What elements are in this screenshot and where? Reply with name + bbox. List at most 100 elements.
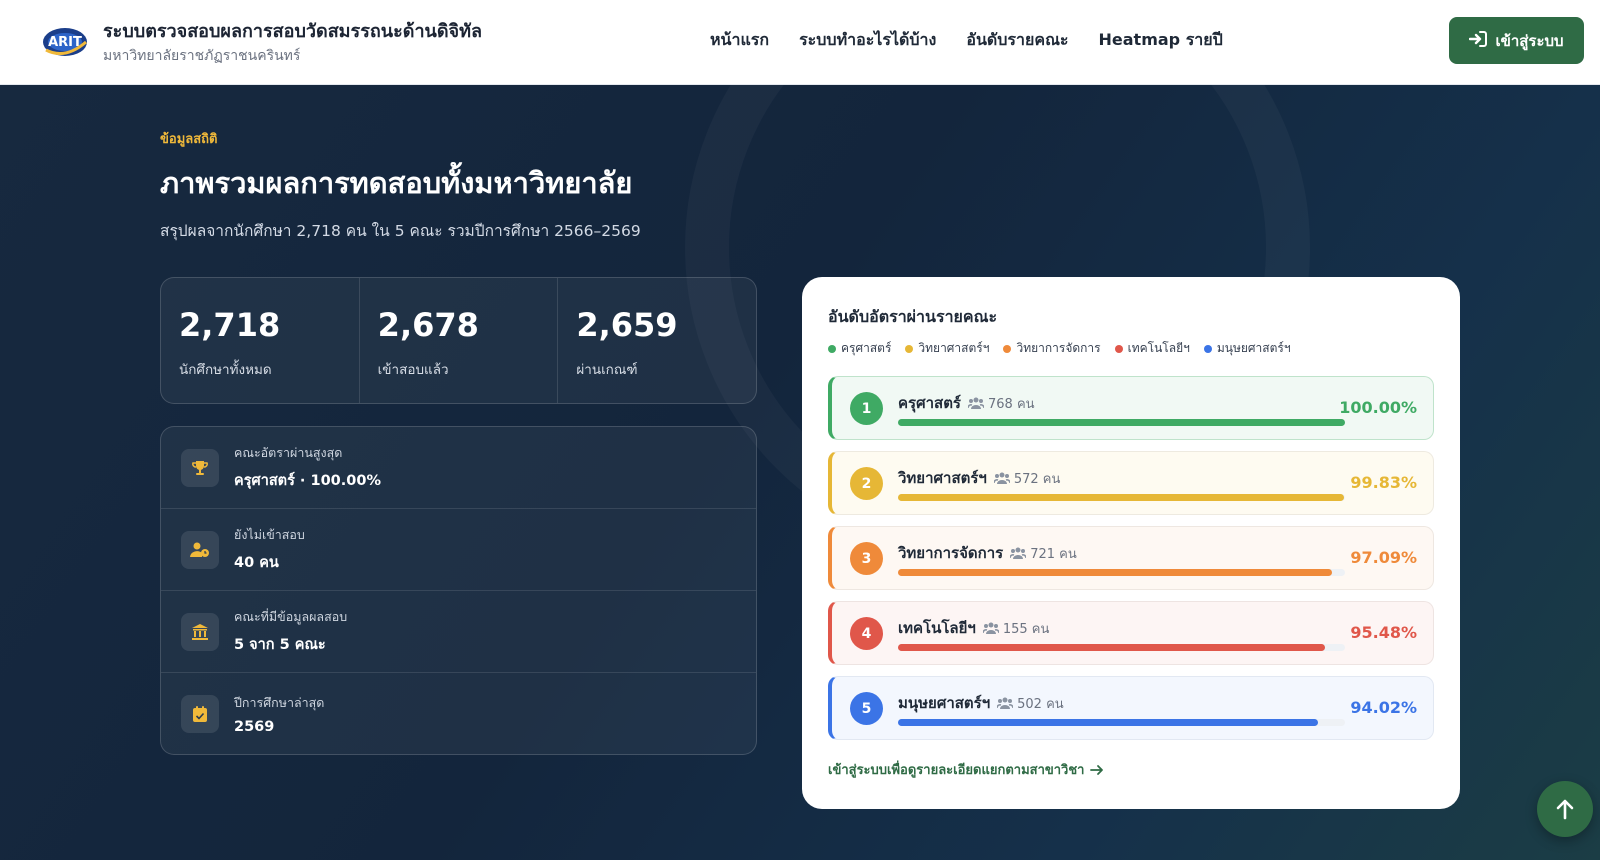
faculty-name: วิทยาศาสตร์ฯ 572 คน bbox=[898, 466, 1060, 490]
stat-value: 2,678 bbox=[377, 306, 479, 344]
login-button[interactable]: เข้าสู่ระบบ bbox=[1449, 17, 1584, 64]
users-icon bbox=[993, 472, 1010, 484]
faculty-name: วิทยาการจัดการ 721 คน bbox=[898, 541, 1077, 565]
student-count-text: 768 คน bbox=[988, 396, 1035, 412]
users-icon bbox=[982, 622, 999, 634]
legend-dot bbox=[1114, 344, 1123, 353]
progress-track bbox=[898, 494, 1345, 501]
scroll-to-top-button[interactable] bbox=[1537, 781, 1593, 837]
stat-passed: 2,659 ผ่านเกณฑ์ bbox=[558, 278, 756, 403]
student-count: 721 คน bbox=[1010, 543, 1077, 564]
progress-track bbox=[898, 569, 1345, 576]
svg-text:ARIT: ARIT bbox=[48, 35, 82, 50]
user-clock-icon bbox=[181, 530, 219, 569]
info-label: ยังไม่เข้าสอบ bbox=[234, 527, 305, 542]
nav-faculty-ranking[interactable]: อันดับรายคณะ bbox=[966, 28, 1068, 53]
site-subtitle: มหาวิทยาลัยราชภัฏราชนครินทร์ bbox=[103, 48, 301, 64]
section-eyebrow: ข้อมูลสถิติ bbox=[160, 132, 218, 147]
info-latest-year: ปีการศึกษาล่าสุด 2569 bbox=[161, 673, 756, 754]
legend-item: มนุษยศาสตร์ฯ bbox=[1203, 339, 1291, 358]
info-label: คณะที่มีข้อมูลผลสอบ bbox=[234, 609, 348, 624]
student-count-text: 155 คน bbox=[1002, 621, 1050, 637]
ranking-list: 1 ครุศาสตร์ 768 คน 100.00% 2 วิทยาศาสตร์… bbox=[828, 376, 1434, 751]
summary-info-list: คณะอัตราผ่านสูงสุด ครุศาสตร์ · 100.00% ย… bbox=[160, 426, 757, 755]
info-not-tested: ยังไม่เข้าสอบ 40 คน bbox=[161, 509, 756, 591]
faculty-name: ครุศาสตร์ 768 คน bbox=[898, 391, 1035, 415]
ranking-row: 1 ครุศาสตร์ 768 คน 100.00% bbox=[828, 376, 1434, 440]
legend-item: วิทยาศาสตร์ฯ bbox=[905, 339, 989, 358]
progress-track bbox=[898, 644, 1345, 651]
progress-fill bbox=[898, 644, 1325, 651]
info-value: 5 จาก 5 คณะ bbox=[234, 637, 326, 653]
university-logo[interactable]: ARIT bbox=[40, 20, 90, 60]
page-title: ภาพรวมผลการทดสอบทั้งมหาวิทยาลัย bbox=[160, 166, 633, 200]
pass-rate: 100.00% bbox=[1339, 398, 1417, 417]
pass-rate: 97.09% bbox=[1350, 548, 1417, 567]
university-icon bbox=[181, 612, 219, 651]
faculty-name-text: วิทยาการจัดการ bbox=[898, 544, 1004, 562]
users-icon bbox=[1010, 547, 1027, 559]
student-count-text: 502 คน bbox=[1017, 696, 1064, 712]
ranking-legend: ครุศาสตร์ วิทยาศาสตร์ฯ วิทยาการจัดการ เท… bbox=[828, 339, 1291, 358]
progress-fill bbox=[898, 419, 1345, 426]
site-title: ระบบตรวจสอบผลการสอบวัดสมรรถนะด้านดิจิทัล bbox=[103, 21, 482, 42]
stat-value: 2,718 bbox=[179, 306, 281, 344]
page-description: สรุปผลจากนักศึกษา 2,718 คน ใน 5 คณะ รวมป… bbox=[160, 222, 641, 240]
login-details-link[interactable]: เข้าสู่ระบบเพื่อดูรายละเอียดแยกตามสาขาวิ… bbox=[828, 759, 1104, 780]
student-count: 502 คน bbox=[997, 693, 1064, 714]
info-faculties-with-data: คณะที่มีข้อมูลผลสอบ 5 จาก 5 คณะ bbox=[161, 591, 756, 673]
info-value: ครุศาสตร์ · 100.00% bbox=[234, 473, 381, 489]
info-label: ปีการศึกษาล่าสุด bbox=[234, 695, 325, 710]
rank-number-badge: 5 bbox=[850, 692, 883, 725]
info-label: คณะอัตราผ่านสูงสุด bbox=[234, 445, 343, 460]
faculty-name: มนุษยศาสตร์ฯ 502 คน bbox=[898, 691, 1064, 715]
progress-track bbox=[898, 419, 1345, 426]
arrow-up-icon bbox=[1556, 799, 1574, 820]
legend-label: เทคโนโลยีฯ bbox=[1127, 341, 1190, 355]
rank-number-badge: 4 bbox=[850, 617, 883, 650]
pass-rate: 95.48% bbox=[1350, 623, 1417, 642]
nav-heatmap[interactable]: Heatmap รายปี bbox=[1099, 28, 1223, 53]
ranking-row: 3 วิทยาการจัดการ 721 คน 97.09% bbox=[828, 526, 1434, 590]
legend-label: ครุศาสตร์ bbox=[841, 341, 892, 355]
stats-panel: 2,718 นักศึกษาทั้งหมด 2,678 เข้าสอบแล้ว … bbox=[160, 277, 757, 404]
student-count: 155 คน bbox=[982, 618, 1050, 639]
nav-features[interactable]: ระบบทำอะไรได้บ้าง bbox=[799, 28, 936, 53]
stat-label: นักศึกษาทั้งหมด bbox=[179, 362, 272, 378]
legend-dot bbox=[1203, 344, 1212, 353]
faculty-ranking-card: อันดับอัตราผ่านรายคณะ ครุศาสตร์ วิทยาศาส… bbox=[802, 277, 1460, 809]
progress-fill bbox=[898, 719, 1319, 726]
legend-item: ครุศาสตร์ bbox=[828, 339, 891, 358]
progress-fill bbox=[898, 494, 1345, 501]
faculty-name-text: ครุศาสตร์ bbox=[898, 394, 961, 412]
stat-label: ผ่านเกณฑ์ bbox=[576, 362, 638, 378]
legend-dot bbox=[905, 344, 914, 353]
legend-label: วิทยาศาสตร์ฯ bbox=[918, 341, 990, 355]
sign-in-icon bbox=[1469, 30, 1488, 51]
main-nav: หน้าแรก ระบบทำอะไรได้บ้าง อันดับรายคณะ H… bbox=[710, 28, 1223, 53]
rank-number-badge: 1 bbox=[850, 392, 883, 425]
student-count-text: 721 คน bbox=[1030, 546, 1077, 562]
student-count: 572 คน bbox=[993, 468, 1061, 489]
nav-home[interactable]: หน้าแรก bbox=[710, 28, 769, 53]
ranking-row: 5 มนุษยศาสตร์ฯ 502 คน 94.02% bbox=[828, 676, 1434, 740]
rank-number-badge: 3 bbox=[850, 542, 883, 575]
link-label: เข้าสู่ระบบเพื่อดูรายละเอียดแยกตามสาขาวิ… bbox=[828, 763, 1085, 778]
legend-dot bbox=[828, 344, 836, 353]
users-icon bbox=[968, 397, 984, 409]
faculty-name: เทคโนโลยีฯ 155 คน bbox=[898, 616, 1049, 640]
calendar-check-icon bbox=[181, 695, 219, 733]
progress-fill bbox=[898, 569, 1332, 576]
progress-track bbox=[898, 719, 1345, 726]
legend-label: มนุษยศาสตร์ฯ bbox=[1216, 341, 1291, 355]
login-label: เข้าสู่ระบบ bbox=[1495, 32, 1564, 50]
student-count-text: 572 คน bbox=[1013, 471, 1061, 487]
legend-label: วิทยาการจัดการ bbox=[1016, 341, 1101, 355]
stat-total-students: 2,718 นักศึกษาทั้งหมด bbox=[161, 278, 360, 403]
ranking-row: 2 วิทยาศาสตร์ฯ 572 คน 99.83% bbox=[828, 451, 1434, 515]
ranking-title: อันดับอัตราผ่านรายคณะ bbox=[828, 307, 998, 326]
info-value: 2569 bbox=[234, 719, 275, 735]
arrow-right-icon bbox=[1090, 764, 1104, 775]
users-icon bbox=[997, 697, 1014, 709]
legend-dot bbox=[1003, 344, 1012, 353]
